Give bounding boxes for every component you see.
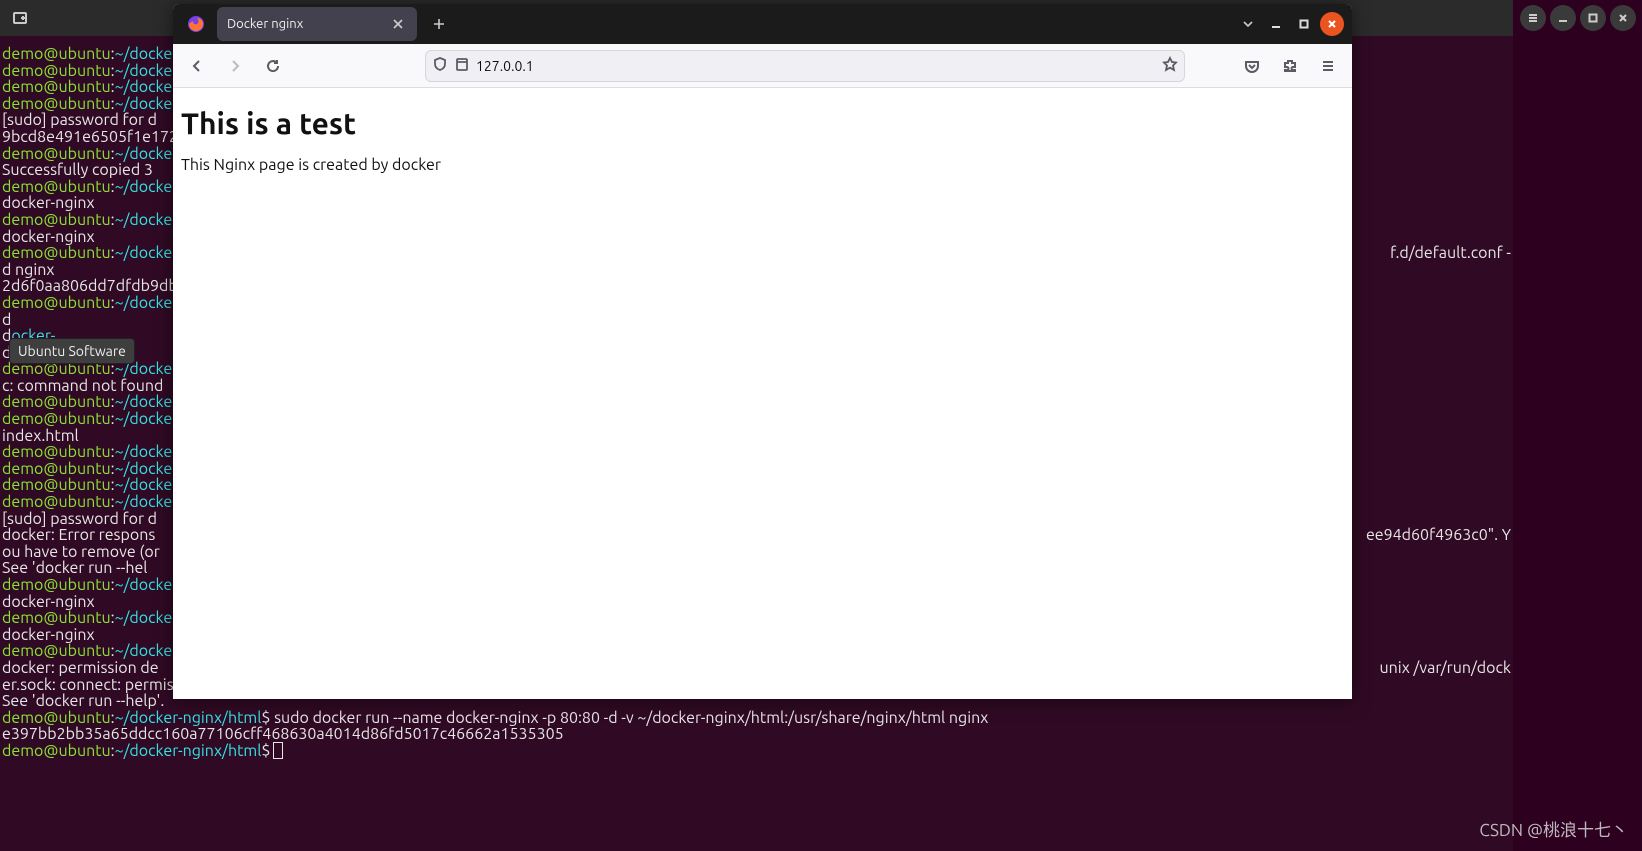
- firefox-window-controls: [1264, 12, 1352, 36]
- bookmark-star-icon[interactable]: [1162, 56, 1178, 76]
- site-info-icon[interactable]: [454, 56, 470, 76]
- minimize-button[interactable]: [1264, 12, 1288, 36]
- extensions-icon[interactable]: [1274, 50, 1306, 82]
- watermark: CSDN @桃浪十七丶: [1479, 816, 1628, 841]
- back-button[interactable]: [181, 50, 213, 82]
- firefox-window: Docker nginx 127.0.0.1: [173, 4, 1352, 699]
- tab-list-button[interactable]: [1232, 8, 1264, 40]
- maximize-button[interactable]: [1292, 12, 1316, 36]
- url-text: 127.0.0.1: [476, 58, 1156, 74]
- page-content: This is a test This Nginx page is create…: [173, 88, 1352, 184]
- firefox-titlebar: Docker nginx: [173, 4, 1352, 44]
- app-menu-icon[interactable]: [1312, 50, 1344, 82]
- reload-button[interactable]: [257, 50, 289, 82]
- tab-title: Docker nginx: [227, 17, 303, 31]
- pocket-icon[interactable]: [1236, 50, 1268, 82]
- firefox-toolbar: 127.0.0.1: [173, 44, 1352, 88]
- forward-button[interactable]: [219, 50, 251, 82]
- outer-maximize-button[interactable]: [1580, 5, 1606, 31]
- new-terminal-tab-icon[interactable]: [6, 6, 34, 30]
- shield-icon[interactable]: [432, 56, 448, 76]
- browser-tab[interactable]: Docker nginx: [217, 7, 417, 41]
- close-button[interactable]: [1320, 12, 1344, 36]
- firefox-logo-icon: [181, 14, 211, 34]
- url-bar[interactable]: 127.0.0.1: [425, 50, 1185, 82]
- outer-menu-icon[interactable]: [1520, 5, 1546, 31]
- new-tab-button[interactable]: [423, 8, 455, 40]
- page-heading: This is a test: [181, 106, 1344, 140]
- tooltip-ubuntu-software: Ubuntu Software: [9, 338, 135, 364]
- page-text: This Nginx page is created by docker: [181, 156, 1344, 174]
- outer-window-controls: [1520, 2, 1636, 34]
- tab-close-icon[interactable]: [389, 15, 407, 33]
- outer-minimize-button[interactable]: [1550, 5, 1576, 31]
- outer-close-button[interactable]: [1610, 5, 1636, 31]
